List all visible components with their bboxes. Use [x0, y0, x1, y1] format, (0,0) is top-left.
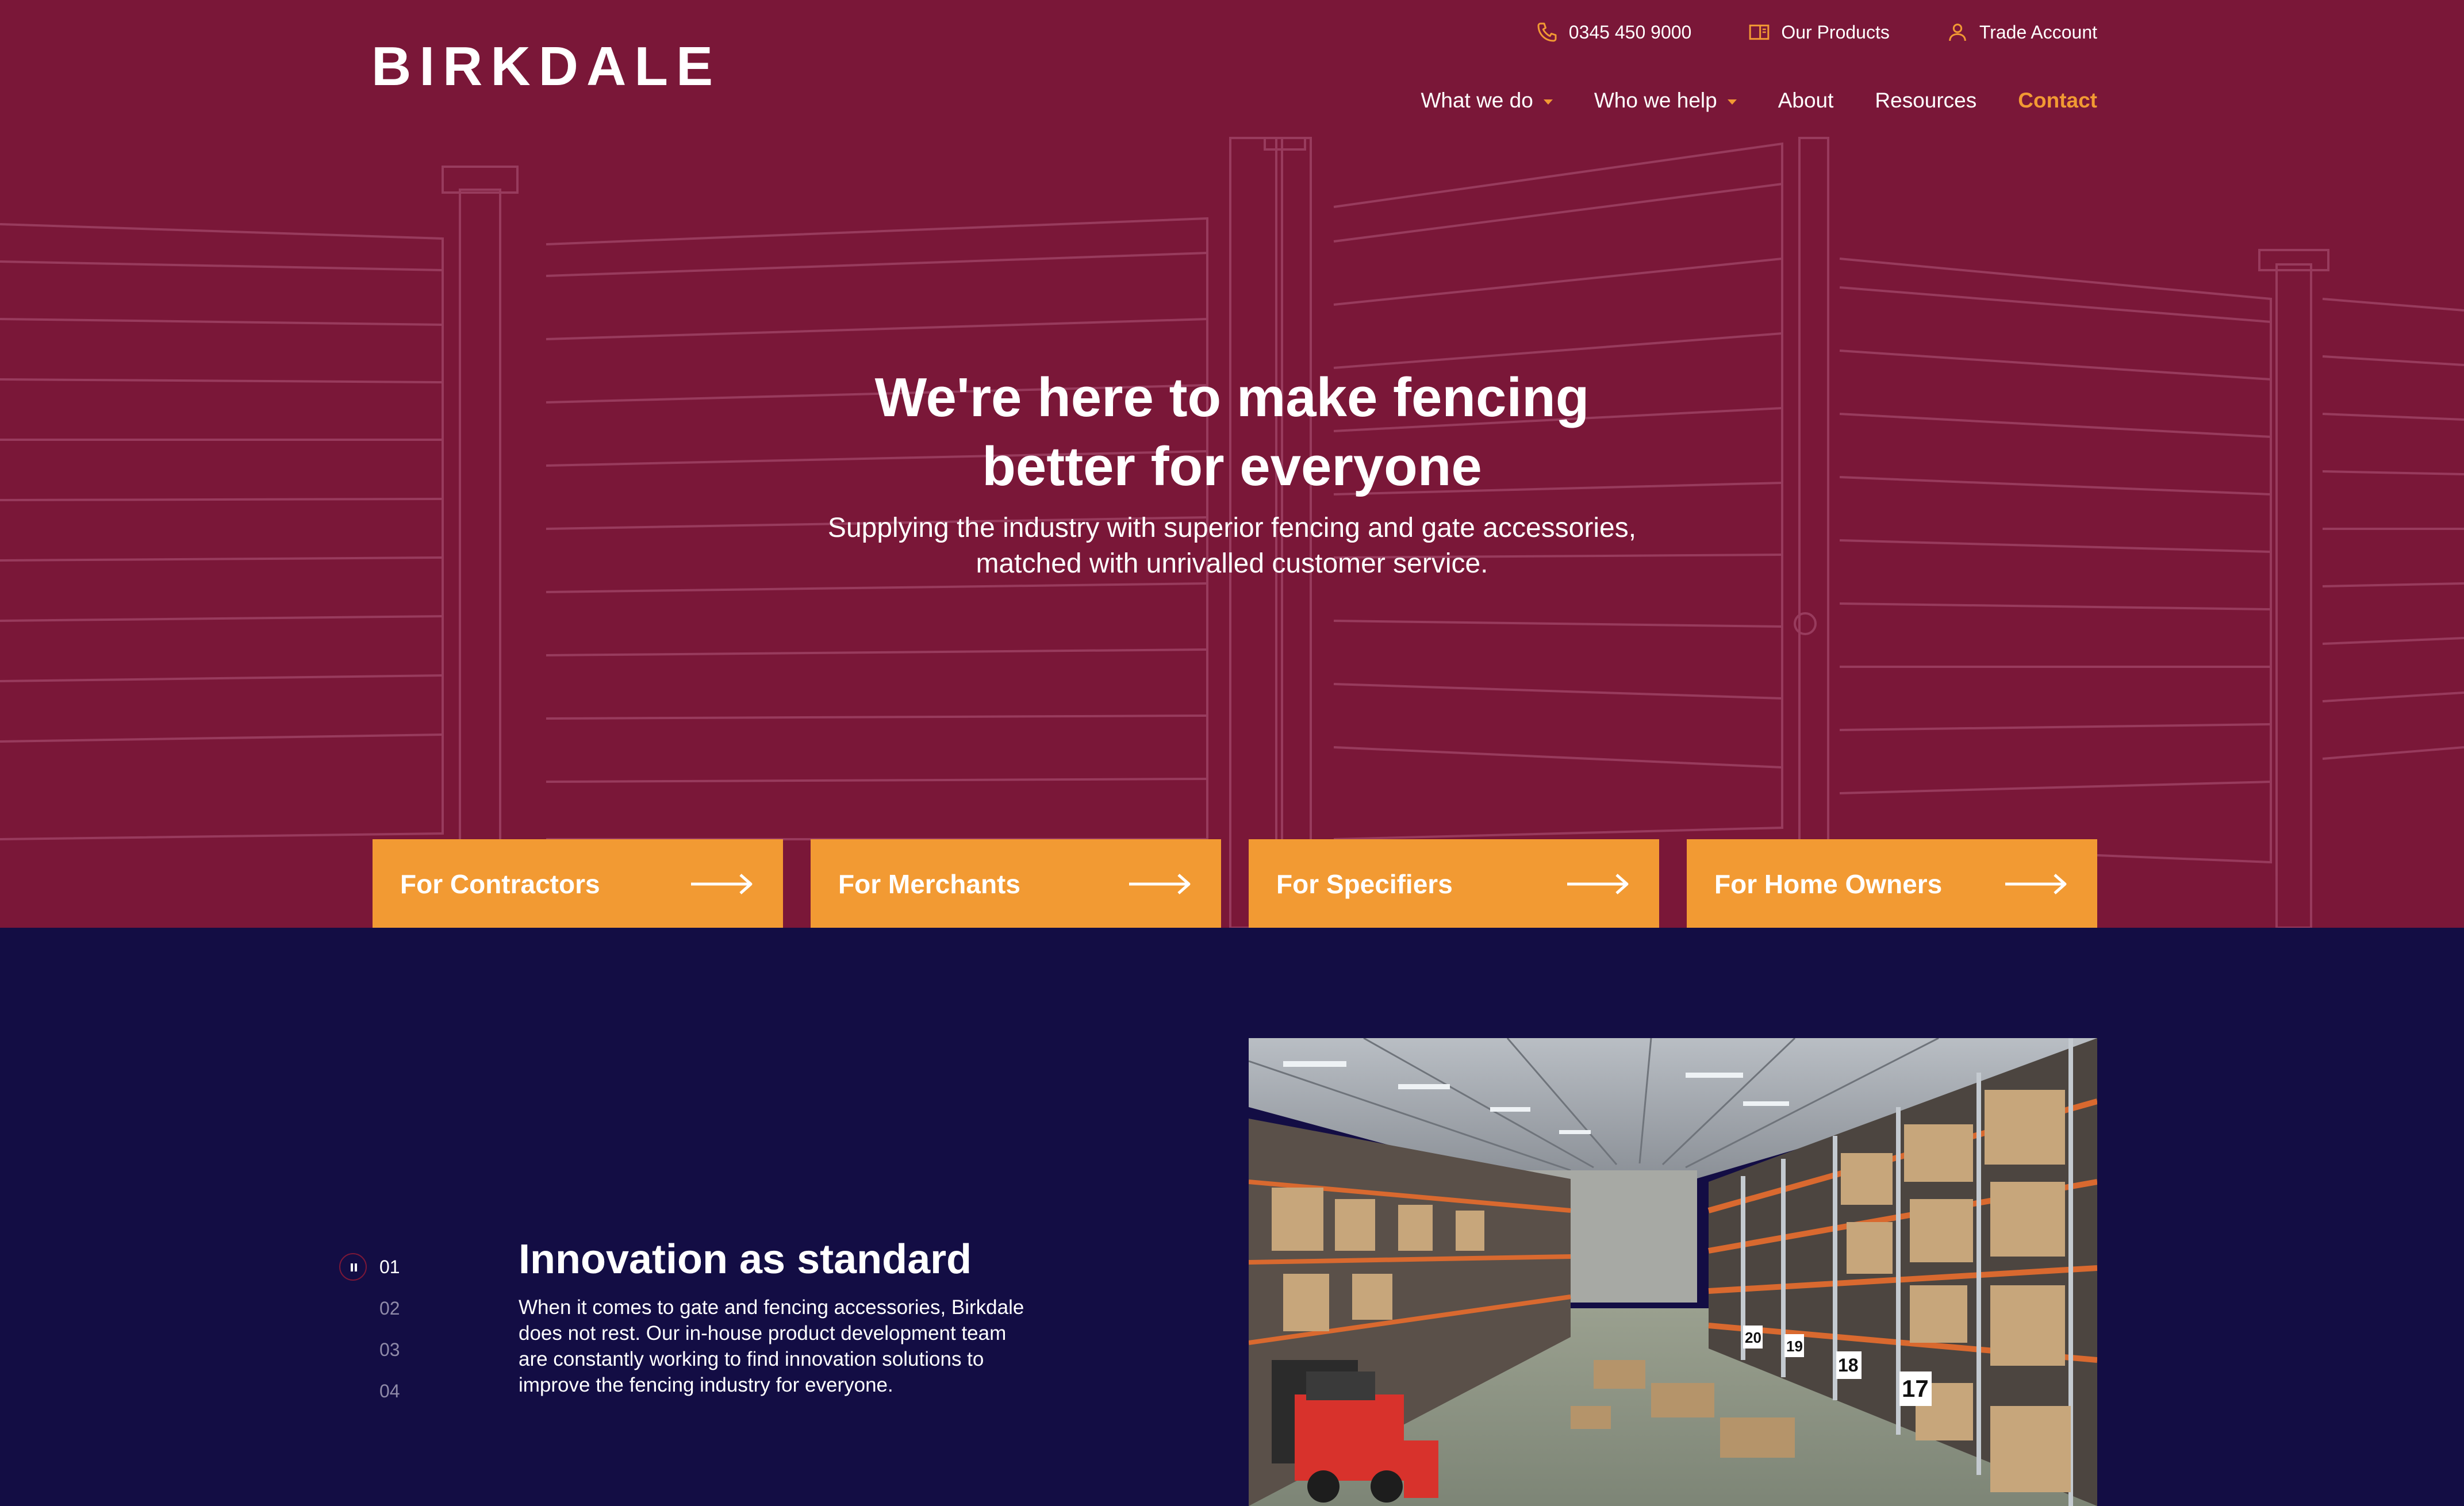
rack-label-20: 20 — [1745, 1329, 1761, 1346]
nav-item-who-we-help[interactable]: Who we help — [1594, 89, 1737, 113]
rack-label-17: 17 — [1902, 1375, 1929, 1402]
logo-wordmark: BIRKDALE — [371, 36, 721, 97]
catalogue-icon — [1749, 24, 1770, 40]
home-page: BIRKDALE 0345 450 9000 Our Products Trad… — [0, 0, 2464, 1506]
button-label: For Specifiers — [1276, 869, 1453, 899]
rack-label-18: 18 — [1838, 1355, 1859, 1376]
nav-item-label: Contact — [2018, 89, 2097, 112]
warehouse-photo: 20 19 18 17 — [1249, 1038, 2097, 1506]
button-label: For Merchants — [838, 869, 1020, 899]
slider-pagination: 01 02 03 04 — [339, 1253, 454, 1403]
our-products-label: Our Products — [1781, 21, 1890, 43]
phone-link[interactable]: 0345 450 9000 — [1536, 21, 1692, 44]
for-merchants-button[interactable]: For Merchants — [811, 839, 1221, 928]
nav-item-label: About — [1778, 89, 1834, 112]
user-icon — [1949, 24, 1966, 41]
arrow-right-icon — [691, 874, 753, 894]
hero-section: BIRKDALE 0345 450 9000 Our Products Trad… — [0, 0, 2464, 928]
utility-nav: 0345 450 9000 Our Products Trade Account — [1536, 21, 2097, 44]
svg-text:BIRKDALE: BIRKDALE — [371, 44, 721, 90]
slide-page-03[interactable]: 03 — [379, 1339, 400, 1361]
hero-title-line-2: better for everyone — [982, 436, 1482, 497]
nav-item-label: Resources — [1875, 89, 1977, 112]
warehouse-image: 20 19 18 17 — [1249, 1038, 2097, 1506]
phone-icon — [1537, 22, 1557, 42]
nav-item-what-we-do[interactable]: What we do — [1421, 89, 1553, 113]
caret-down-icon — [1543, 99, 1553, 105]
feature-text-line: improve the fencing industry for everyon… — [519, 1374, 893, 1396]
pause-icon[interactable] — [339, 1253, 367, 1281]
nav-item-contact[interactable]: Contact — [2018, 89, 2097, 113]
arrow-right-icon — [1129, 874, 1191, 894]
audience-buttons: For Contractors For Merchants For Specif… — [373, 839, 2097, 928]
hero-subtitle-line-2: matched with unrivalled customer service… — [976, 548, 1488, 579]
nav-item-about[interactable]: About — [1778, 89, 1834, 113]
feature-title: Innovation as standard — [519, 1236, 972, 1282]
button-label: For Home Owners — [1714, 869, 1943, 899]
feature-text-line: When it comes to gate and fencing access… — [519, 1296, 1024, 1319]
for-home-owners-button[interactable]: For Home Owners — [1687, 839, 2097, 928]
hero-subtitle: Supplying the industry with superior fen… — [0, 510, 2464, 582]
our-products-link[interactable]: Our Products — [1748, 21, 1890, 44]
hero-subtitle-line-1: Supplying the industry with superior fen… — [827, 513, 1637, 543]
arrow-right-icon — [1567, 874, 1629, 894]
rack-label-19: 19 — [1786, 1338, 1803, 1355]
feature-text-line: are constantly working to find innovatio… — [519, 1348, 984, 1370]
nav-item-resources[interactable]: Resources — [1875, 89, 1976, 113]
button-label: For Contractors — [400, 869, 600, 899]
trade-account-link[interactable]: Trade Account — [1946, 21, 2097, 44]
hero-title-line-1: We're here to make fencing — [874, 367, 1590, 428]
slide-page-01[interactable]: 01 — [379, 1257, 400, 1278]
hero-title: We're here to make fencing better for ev… — [0, 363, 2464, 501]
nav-item-label: What we do — [1421, 89, 1533, 112]
arrow-right-icon — [2005, 874, 2067, 894]
for-specifiers-button[interactable]: For Specifiers — [1249, 839, 1659, 928]
feature-description: When it comes to gate and fencing access… — [519, 1294, 1070, 1398]
feature-text-line: does not rest. Our in-house product deve… — [519, 1322, 1007, 1344]
slide-page-04[interactable]: 04 — [379, 1381, 400, 1402]
main-nav: What we do Who we help About Resources C… — [1421, 89, 2097, 113]
slide-page-02[interactable]: 02 — [379, 1298, 400, 1319]
phone-number: 0345 450 9000 — [1568, 21, 1692, 43]
caret-down-icon — [1727, 99, 1737, 105]
for-contractors-button[interactable]: For Contractors — [373, 839, 783, 928]
nav-item-label: Who we help — [1594, 89, 1717, 112]
birkdale-logo[interactable]: BIRKDALE — [371, 36, 784, 97]
trade-account-label: Trade Account — [1979, 21, 2097, 43]
